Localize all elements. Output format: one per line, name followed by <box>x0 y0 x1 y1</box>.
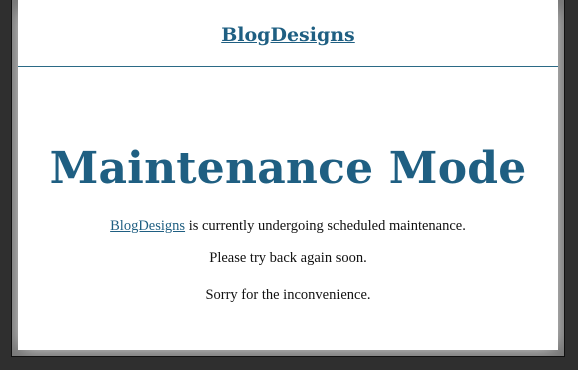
retry-message: Please try back again soon. <box>209 250 367 266</box>
site-inline-link[interactable]: BlogDesigns <box>110 218 185 234</box>
site-title-link[interactable]: BlogDesigns <box>221 24 355 46</box>
maintenance-content: Maintenance Mode BlogDesigns is currentl… <box>18 67 558 304</box>
window-frame: BlogDesigns Maintenance Mode BlogDesigns… <box>0 0 578 370</box>
maintenance-message: BlogDesigns is currently undergoing sche… <box>18 217 558 235</box>
page-title: Maintenance Mode <box>49 143 527 194</box>
maintenance-message-text: is currently undergoing scheduled mainte… <box>185 218 466 234</box>
site-header: BlogDesigns <box>18 0 558 67</box>
apology-message: Sorry for the inconvenience. <box>205 287 371 303</box>
page-content: BlogDesigns Maintenance Mode BlogDesigns… <box>18 0 558 350</box>
page: BlogDesigns Maintenance Mode BlogDesigns… <box>12 0 564 356</box>
